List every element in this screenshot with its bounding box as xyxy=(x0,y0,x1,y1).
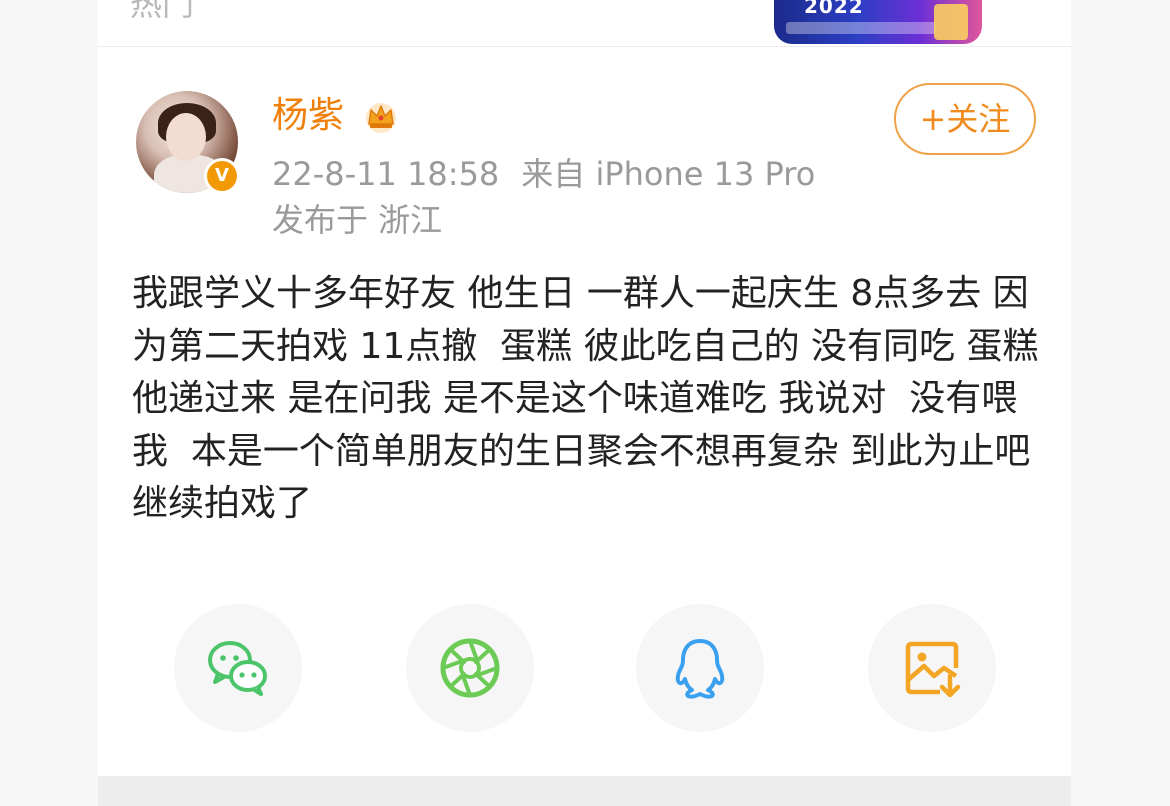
post-card: 热门 2022 V 杨紫 22-8-11 18:58 来自 iPhone 13 P… xyxy=(98,0,1071,806)
share-qq-button[interactable] xyxy=(636,604,764,732)
author-name[interactable]: 杨紫 xyxy=(272,94,344,138)
wechat-icon xyxy=(208,641,267,696)
moments-icon xyxy=(440,638,500,698)
avatar-photo-face xyxy=(166,113,206,161)
save-image-button[interactable] xyxy=(868,604,996,732)
crown-icon xyxy=(366,103,396,133)
post-location: 发布于 浙江 xyxy=(272,201,443,239)
banner-year: 2022 xyxy=(804,0,864,18)
qq-icon xyxy=(675,639,725,699)
post-timestamp: 22-8-11 18:58 xyxy=(272,155,500,193)
bottom-divider xyxy=(98,776,1071,806)
top-strip: 热门 2022 xyxy=(98,0,1071,47)
post-body: 我跟学义十多年好友 他生日 一群人一起庆生 8点多去 因为第二天拍戏 11点撤 … xyxy=(132,273,1042,524)
event-banner[interactable]: 2022 xyxy=(774,0,982,44)
post-meta: 22-8-11 18:58 来自 iPhone 13 Pro xyxy=(272,154,815,194)
hot-tab-label[interactable]: 热门 xyxy=(130,0,194,24)
follow-button[interactable]: +关注 xyxy=(894,83,1036,155)
page: 热门 2022 V 杨紫 22-8-11 18:58 来自 iPhone 13 P… xyxy=(0,0,1170,806)
save-image-icon xyxy=(905,641,961,698)
verified-badge-icon: V xyxy=(204,158,240,194)
post-source: 来自 iPhone 13 Pro xyxy=(521,155,816,193)
banner-decoration xyxy=(786,22,936,34)
share-wechat-button[interactable] xyxy=(174,604,302,732)
share-moments-button[interactable] xyxy=(406,604,534,732)
banner-graphic xyxy=(934,4,968,40)
